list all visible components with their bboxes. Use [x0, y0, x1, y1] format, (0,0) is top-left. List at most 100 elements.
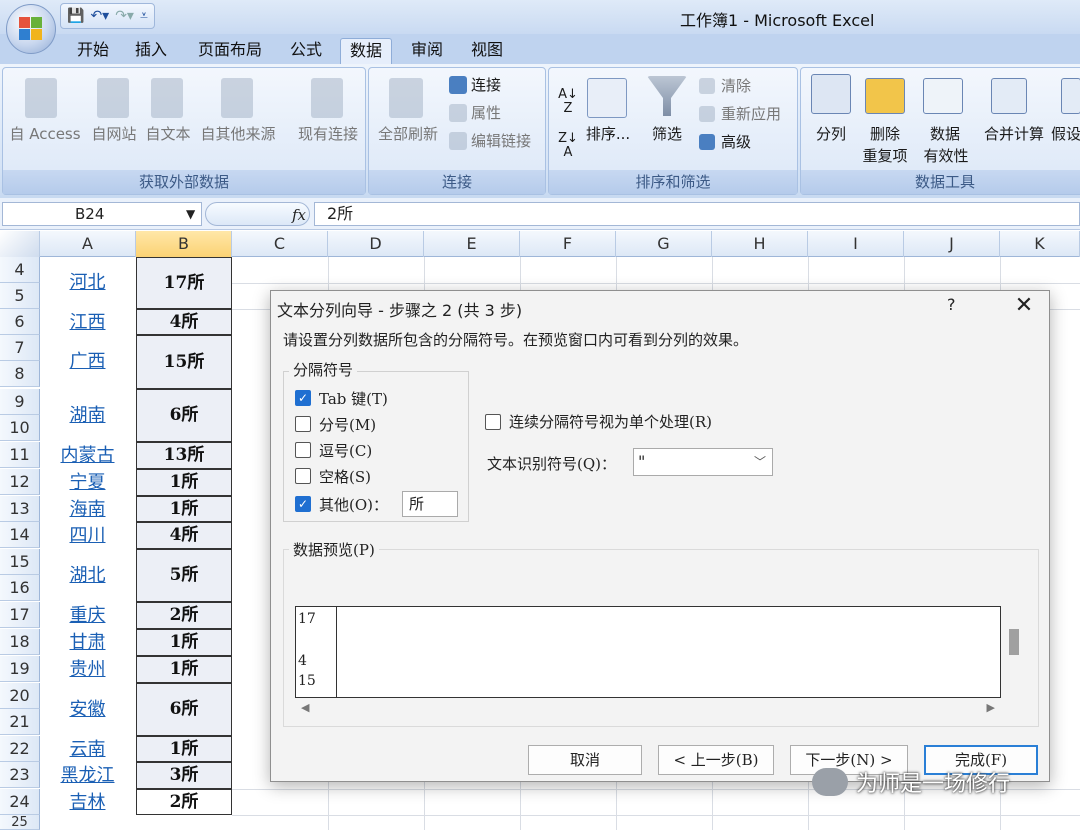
column-header[interactable]: G [616, 231, 712, 257]
cell-a[interactable]: 湖北 [40, 549, 135, 602]
tab-home[interactable]: 开始 [70, 38, 116, 64]
cell-a[interactable]: 河北 [40, 257, 135, 309]
column-header[interactable]: D [328, 231, 424, 257]
remove-duplicates-label1[interactable]: 删除 [859, 124, 911, 144]
row-header[interactable]: 4 [0, 257, 40, 283]
tab-formulas[interactable]: 公式 [282, 38, 330, 64]
tab-view[interactable]: 视图 [464, 38, 510, 64]
from-access-button[interactable]: 自 Access [5, 124, 85, 144]
filter-button[interactable]: 筛选 [643, 124, 691, 144]
row-header[interactable]: 21 [0, 709, 40, 735]
other-option[interactable]: ✓ 其他(O)： [295, 493, 388, 515]
cell-b[interactable]: 5所 [136, 549, 232, 602]
consolidate-button[interactable]: 合并计算 [979, 124, 1049, 144]
cell-b[interactable]: 4所 [136, 309, 232, 335]
row-header[interactable]: 14 [0, 522, 40, 548]
cell-b[interactable]: 17所 [136, 257, 232, 309]
formula-input[interactable]: 2所 [314, 202, 1080, 226]
checkbox-icon[interactable] [295, 442, 311, 458]
cell-a[interactable]: 四川 [40, 522, 135, 549]
preview-horizontal-scrollbar[interactable]: ◀ ▶ [295, 699, 1001, 721]
cell-b[interactable]: 1所 [136, 469, 232, 496]
row-header[interactable]: 6 [0, 309, 40, 335]
from-other-sources-button[interactable]: 自其他来源 [195, 124, 281, 144]
from-web-button[interactable]: 自网站 [87, 124, 141, 144]
scroll-right-icon[interactable]: ▶ [987, 701, 995, 714]
row-header[interactable]: 15 [0, 549, 40, 575]
data-validation-label2[interactable]: 有效性 [913, 146, 979, 166]
column-header[interactable]: J [904, 231, 1000, 257]
row-header[interactable]: 20 [0, 683, 40, 709]
row-header[interactable]: 5 [0, 283, 40, 309]
cell-a[interactable]: 海南 [40, 496, 135, 522]
column-header[interactable]: E [424, 231, 520, 257]
column-header[interactable]: F [520, 231, 616, 257]
checkbox-checked-icon[interactable]: ✓ [295, 390, 311, 406]
reapply-button[interactable]: 重新应用 [721, 104, 781, 124]
advanced-filter-button[interactable]: 高级 [721, 132, 751, 152]
row-header[interactable]: 7 [0, 335, 40, 361]
sort-az-icon[interactable]: A↓ Z [557, 88, 579, 116]
cell-b[interactable]: 15所 [136, 335, 232, 389]
help-button[interactable]: ? [947, 295, 956, 314]
cancel-button[interactable]: 取消 [528, 745, 642, 775]
cell-b[interactable]: 1所 [136, 656, 232, 683]
row-header[interactable]: 12 [0, 469, 40, 495]
row-header[interactable]: 18 [0, 629, 40, 655]
cell-a[interactable]: 宁夏 [40, 469, 135, 496]
data-validation-label1[interactable]: 数据 [919, 124, 971, 144]
row-header[interactable]: 22 [0, 736, 40, 762]
tab-page-layout[interactable]: 页面布局 [190, 38, 270, 64]
semicolon-option[interactable]: 分号(M) [295, 413, 376, 435]
comma-option[interactable]: 逗号(C) [295, 439, 372, 461]
connections-button[interactable]: 连接 [471, 75, 501, 95]
row-header[interactable]: 25 [0, 815, 40, 830]
cell-a[interactable]: 重庆 [40, 602, 135, 629]
remove-duplicates-label2[interactable]: 重复项 [859, 146, 911, 166]
cell-b[interactable]: 6所 [136, 683, 232, 736]
row-header[interactable]: 9 [0, 389, 40, 415]
cell-a[interactable]: 云南 [40, 736, 135, 762]
row-header[interactable]: 11 [0, 442, 40, 468]
preview-area[interactable]: 17 4 15 [295, 606, 1001, 698]
cell-b[interactable]: 2所 [136, 602, 232, 629]
cell-a[interactable]: 吉林 [40, 789, 135, 815]
cell-a[interactable]: 安徽 [40, 683, 135, 736]
column-header[interactable]: H [712, 231, 808, 257]
scroll-left-icon[interactable]: ◀ [301, 701, 309, 714]
cell-b[interactable]: 3所 [136, 762, 232, 789]
cell-b[interactable]: 1所 [136, 496, 232, 522]
cell-a[interactable]: 湖南 [40, 389, 135, 442]
column-header[interactable]: B [136, 231, 232, 257]
save-icon[interactable]: 💾 [67, 6, 84, 26]
sort-button[interactable]: 排序... [583, 124, 633, 144]
customize-qat-icon[interactable]: ⩡ [140, 6, 148, 26]
name-box-dropdown-icon[interactable]: ▼ [186, 202, 195, 226]
row-header[interactable]: 8 [0, 361, 40, 387]
chevron-down-icon[interactable]: ﹀ [754, 449, 766, 475]
back-button[interactable]: < 上一步(B) [658, 745, 774, 775]
select-all-corner[interactable] [0, 231, 40, 257]
sort-za-icon[interactable]: Z↓ A [557, 132, 579, 160]
tab-option[interactable]: ✓ Tab 键(T) [295, 387, 388, 409]
clear-filter-button[interactable]: 清除 [721, 76, 751, 96]
cell-a[interactable]: 甘肃 [40, 629, 135, 656]
insert-function-icon[interactable]: fx [292, 206, 306, 224]
checkbox-icon[interactable] [485, 413, 501, 430]
row-header[interactable]: 17 [0, 602, 40, 628]
row-header[interactable]: 19 [0, 656, 40, 682]
row-header[interactable]: 13 [0, 496, 40, 522]
cell-b[interactable]: 1所 [136, 736, 232, 762]
space-option[interactable]: 空格(S) [295, 465, 371, 487]
name-box[interactable]: B24 [2, 202, 202, 226]
properties-button[interactable]: 属性 [471, 103, 501, 123]
office-button[interactable] [6, 4, 56, 54]
cell-a[interactable]: 江西 [40, 309, 135, 335]
checkbox-icon[interactable] [295, 416, 311, 432]
undo-icon[interactable]: ↶▾ [90, 6, 109, 26]
cell-a[interactable]: 广西 [40, 335, 135, 389]
row-header[interactable]: 23 [0, 762, 40, 788]
cell-b[interactable]: 13所 [136, 442, 232, 469]
preview-vertical-scrollbar[interactable] [1009, 629, 1019, 655]
text-to-columns-button[interactable]: 分列 [807, 124, 855, 144]
